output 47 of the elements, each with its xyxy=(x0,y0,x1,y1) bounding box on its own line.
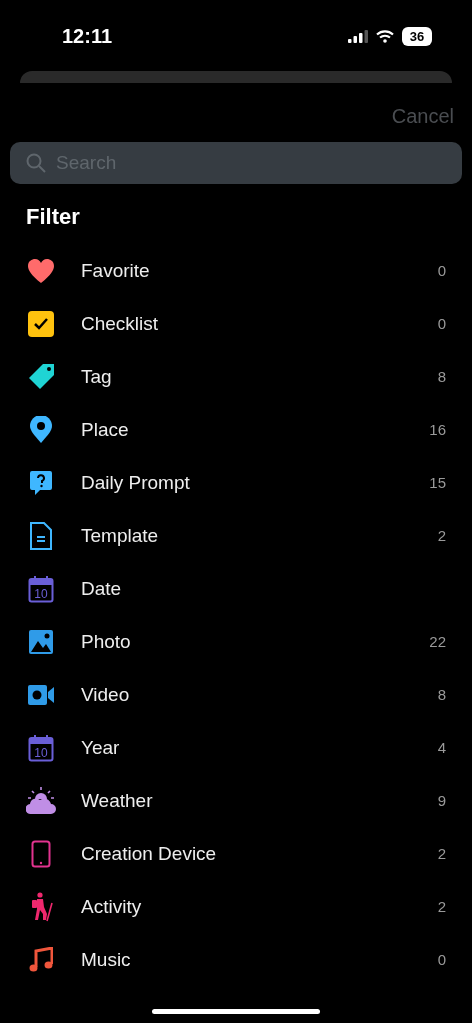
section-heading: Filter xyxy=(26,204,81,230)
filter-count: 2 xyxy=(437,527,446,544)
filter-count: 22 xyxy=(429,633,446,650)
hiker-icon xyxy=(29,891,53,922)
wifi-icon xyxy=(376,29,394,43)
filter-label[interactable]: Template xyxy=(81,524,438,547)
filter-label[interactable]: Daily Prompt xyxy=(81,471,430,494)
search-icon xyxy=(26,153,46,173)
filter-label[interactable]: Activity xyxy=(81,895,438,918)
status-time: 12:11 xyxy=(62,24,113,48)
image-icon xyxy=(28,628,54,655)
sun-cloud-icon xyxy=(26,785,56,816)
filter-label[interactable]: Favorite xyxy=(81,259,438,282)
filter-count: 2 xyxy=(437,898,446,915)
filter-label[interactable]: Weather xyxy=(81,789,438,812)
filter-label[interactable]: Place xyxy=(81,418,430,441)
filter-count: 8 xyxy=(437,368,446,385)
tag-icon xyxy=(27,363,55,390)
filter-label[interactable]: Photo xyxy=(81,630,430,653)
battery-indicator: 36 xyxy=(402,26,432,46)
filter-count: 16 xyxy=(429,421,446,438)
filter-label[interactable]: Music xyxy=(81,948,438,971)
filter-count: 0 xyxy=(437,315,446,332)
music-note-icon xyxy=(29,946,53,973)
filter-label[interactable]: Year xyxy=(81,736,438,759)
filter-label[interactable]: Video xyxy=(81,683,438,706)
filter-label[interactable]: Checklist xyxy=(81,312,438,335)
filter-count: 0 xyxy=(437,951,446,968)
filter-count: 4 xyxy=(437,739,446,756)
filter-count: 15 xyxy=(429,474,446,491)
filter-count: 2 xyxy=(437,845,446,862)
filter-count: 9 xyxy=(437,792,446,809)
tablet-icon xyxy=(31,839,51,868)
calendar-icon: 10 xyxy=(28,574,54,603)
heart-icon xyxy=(27,257,55,284)
video-camera-icon xyxy=(27,683,55,706)
filter-count: 8 xyxy=(437,686,446,703)
calendar-icon: 10 xyxy=(28,733,54,762)
filter-label[interactable]: Creation Device xyxy=(81,842,438,865)
filter-label[interactable]: Date xyxy=(81,577,446,600)
document-icon xyxy=(29,521,53,550)
checkbox-icon xyxy=(27,309,55,338)
location-pin-icon xyxy=(29,415,53,444)
filter-label[interactable]: Tag xyxy=(81,365,438,388)
question-bubble-icon xyxy=(29,469,53,496)
filter-count: 0 xyxy=(437,262,446,279)
signal-icon xyxy=(348,29,368,43)
